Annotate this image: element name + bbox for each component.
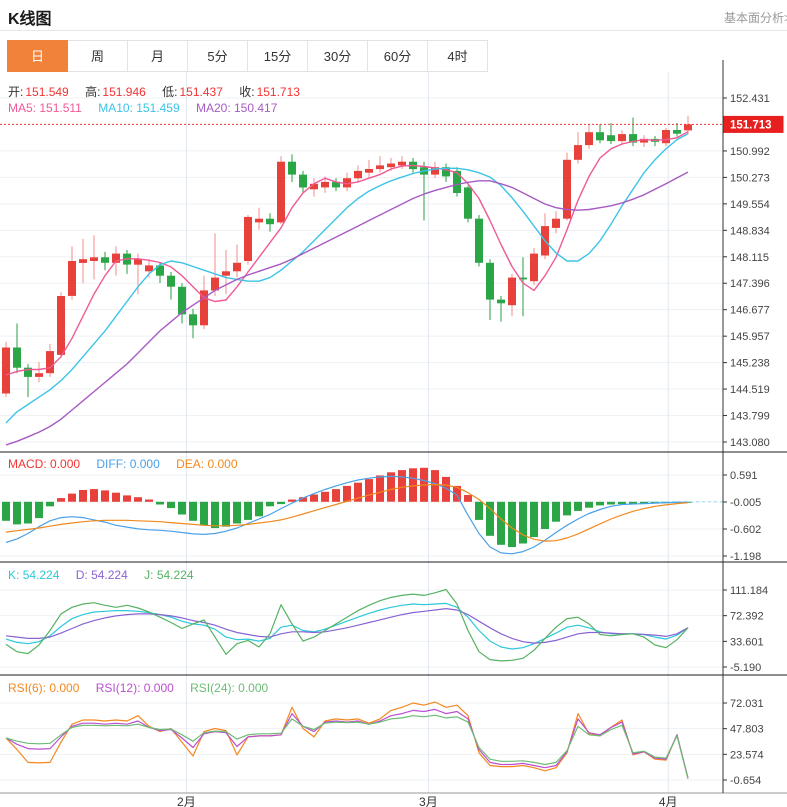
dea-value: DEA: 0.000 bbox=[176, 457, 238, 471]
j-line bbox=[5, 588, 689, 662]
tab-4hour[interactable]: 4时 bbox=[427, 40, 488, 72]
ohlc-close: 收: 151.713 bbox=[239, 85, 300, 99]
rsi-legend: RSI(6): 0.000 RSI(12): 0.000 RSI(24): 0.… bbox=[8, 681, 281, 695]
tab-5min[interactable]: 5分 bbox=[187, 40, 248, 72]
rsi6-line bbox=[5, 701, 689, 779]
diff-value: DIFF: 0.000 bbox=[96, 457, 160, 471]
svg-text:152.431: 152.431 bbox=[730, 93, 770, 105]
price-badge: 151.713 bbox=[730, 119, 772, 131]
rsi6-value: RSI(6): 0.000 bbox=[8, 681, 80, 695]
kline-app: K线图 基本面分析> 日周月 5分 15分 30分 60分 4时 152.431 150.9… bbox=[0, 0, 787, 807]
ma-legend: MA5: 151.511 MA10: 151.459 MA20: 150.417 bbox=[8, 101, 290, 115]
svg-text:146.677: 146.677 bbox=[730, 305, 770, 317]
period-tab-bar: 日周月 5分 15分 30分 60分 4时 bbox=[7, 40, 488, 72]
svg-text:150.992: 150.992 bbox=[730, 146, 770, 158]
tab-day[interactable]: 日 bbox=[7, 40, 68, 72]
macd-histogram bbox=[2, 467, 692, 548]
svg-text:143.799: 143.799 bbox=[730, 411, 770, 423]
svg-text:150.273: 150.273 bbox=[730, 172, 770, 184]
svg-text:144.519: 144.519 bbox=[730, 384, 770, 396]
svg-text:-5.190: -5.190 bbox=[730, 662, 761, 674]
ohlc-low: 低: 151.437 bbox=[162, 85, 223, 99]
macd-value: MACD: 0.000 bbox=[8, 457, 81, 471]
svg-text:72.031: 72.031 bbox=[730, 698, 764, 710]
ohlc-open: 开: 151.549 bbox=[8, 85, 69, 99]
svg-text:148.834: 148.834 bbox=[730, 225, 770, 237]
svg-text:0.591: 0.591 bbox=[730, 470, 758, 482]
ohlc-high: 高: 151.946 bbox=[85, 85, 146, 99]
svg-text:-0.654: -0.654 bbox=[730, 775, 761, 787]
tab-month[interactable]: 月 bbox=[127, 40, 188, 72]
svg-text:-0.602: -0.602 bbox=[730, 524, 761, 536]
j-value: J: 54.224 bbox=[144, 568, 194, 582]
x-axis-month-label: 3月 bbox=[419, 795, 438, 807]
svg-text:143.080: 143.080 bbox=[730, 437, 770, 449]
svg-text:148.115: 148.115 bbox=[730, 252, 769, 264]
svg-text:147.396: 147.396 bbox=[730, 278, 770, 290]
tab-30min[interactable]: 30分 bbox=[307, 40, 368, 72]
macd-legend: MACD: 0.000 DIFF: 0.000 DEA: 0.000 bbox=[8, 457, 251, 471]
svg-text:72.392: 72.392 bbox=[730, 611, 764, 623]
svg-text:145.957: 145.957 bbox=[730, 331, 770, 343]
tab-15min[interactable]: 15分 bbox=[247, 40, 308, 72]
k-line bbox=[5, 602, 689, 650]
ma5-value: MA5: 151.511 bbox=[8, 101, 82, 115]
ma5-line bbox=[5, 131, 689, 376]
svg-text:47.803: 47.803 bbox=[730, 724, 764, 736]
rsi24-line bbox=[5, 714, 689, 779]
tab-60min[interactable]: 60分 bbox=[367, 40, 428, 72]
tab-week[interactable]: 周 bbox=[67, 40, 128, 72]
kdj-legend: K: 54.224 D: 54.224 J: 54.224 bbox=[8, 568, 207, 582]
svg-text:111.184: 111.184 bbox=[730, 585, 768, 597]
x-axis-month-label: 2月 bbox=[177, 795, 196, 807]
rsi24-value: RSI(24): 0.000 bbox=[190, 681, 269, 695]
d-value: D: 54.224 bbox=[75, 568, 128, 582]
rsi12-value: RSI(12): 0.000 bbox=[95, 681, 174, 695]
svg-text:33.601: 33.601 bbox=[730, 636, 764, 648]
d-line bbox=[5, 607, 689, 644]
k-value: K: 54.224 bbox=[8, 568, 60, 582]
ohlc-legend: 开: 151.549 高: 151.946 低: 151.437 收: 151.713 bbox=[8, 83, 313, 100]
ma20-line bbox=[5, 171, 689, 446]
svg-text:23.574: 23.574 bbox=[730, 749, 764, 761]
svg-text:145.238: 145.238 bbox=[730, 358, 770, 370]
x-axis-month-label: 4月 bbox=[659, 795, 678, 807]
svg-text:-0.005: -0.005 bbox=[730, 497, 761, 509]
ma10-value: MA10: 151.459 bbox=[98, 101, 180, 115]
svg-text:149.554: 149.554 bbox=[730, 199, 770, 211]
ma20-value: MA20: 150.417 bbox=[195, 101, 278, 115]
svg-text:-1.198: -1.198 bbox=[730, 551, 761, 563]
